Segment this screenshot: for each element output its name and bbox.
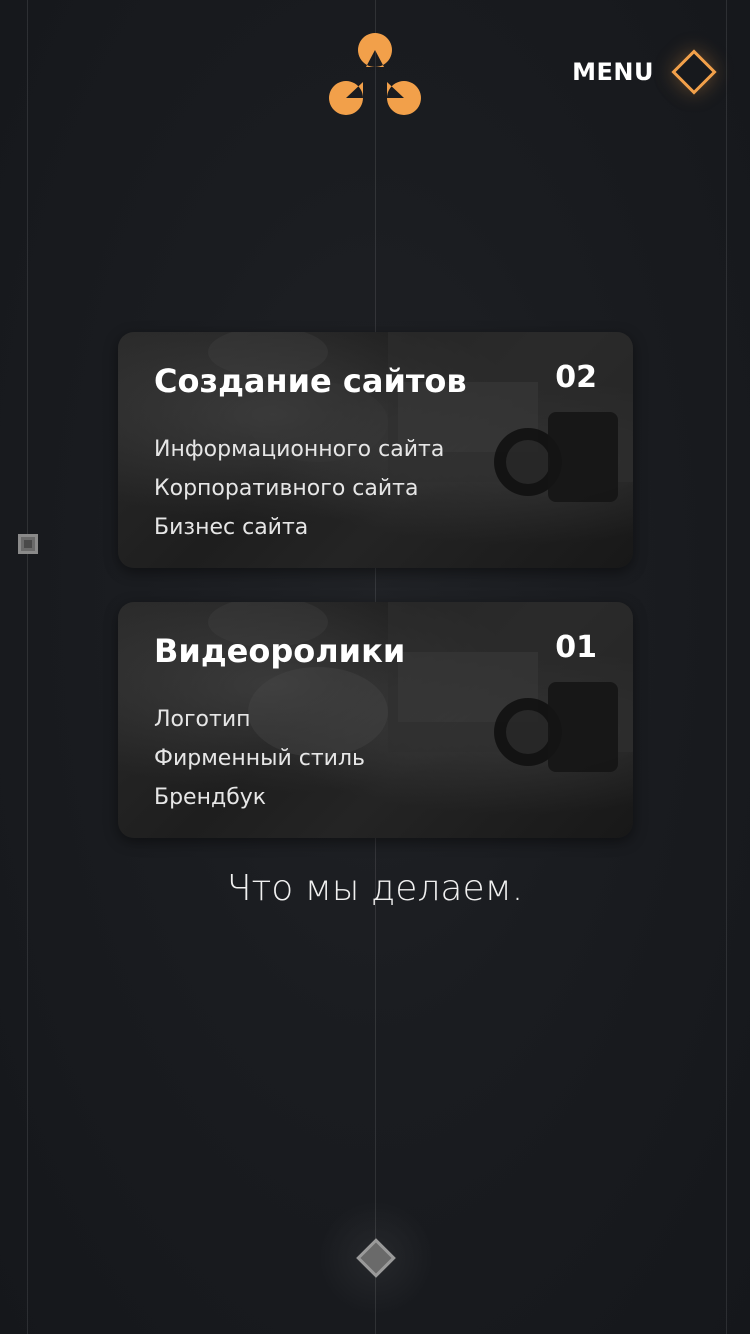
- card-list: Информационного сайта Корпоративного сай…: [154, 430, 444, 547]
- scroll-button[interactable]: [318, 1200, 434, 1316]
- card-title: Видеоролики: [154, 632, 406, 670]
- guide-line-left: [27, 0, 28, 1334]
- service-card-websites[interactable]: Создание сайтов 02 Информационного сайта…: [118, 332, 633, 568]
- menu-label: MENU: [572, 58, 654, 86]
- guide-line-right: [726, 0, 727, 1334]
- menu-button[interactable]: MENU: [572, 49, 717, 95]
- service-card-videos[interactable]: Видеоролики 01 Логотип Фирменный стиль Б…: [118, 602, 633, 838]
- three-circle-logo-icon: [328, 33, 421, 115]
- list-item[interactable]: Фирменный стиль: [154, 739, 365, 778]
- card-number: 02: [555, 360, 597, 395]
- list-item[interactable]: Корпоративного сайта: [154, 469, 444, 508]
- square-marker-icon[interactable]: [18, 534, 38, 554]
- card-number: 01: [555, 630, 597, 665]
- list-item[interactable]: Бизнес сайта: [154, 508, 444, 547]
- card-list: Логотип Фирменный стиль Брендбук: [154, 700, 365, 817]
- diamond-menu-icon: [671, 49, 717, 95]
- list-item[interactable]: Логотип: [154, 700, 365, 739]
- card-title: Создание сайтов: [154, 362, 467, 400]
- section-title: Что мы делаем.: [226, 868, 524, 909]
- list-item[interactable]: Информационного сайта: [154, 430, 444, 469]
- logo-icon[interactable]: [328, 30, 422, 116]
- list-item[interactable]: Брендбук: [154, 778, 365, 817]
